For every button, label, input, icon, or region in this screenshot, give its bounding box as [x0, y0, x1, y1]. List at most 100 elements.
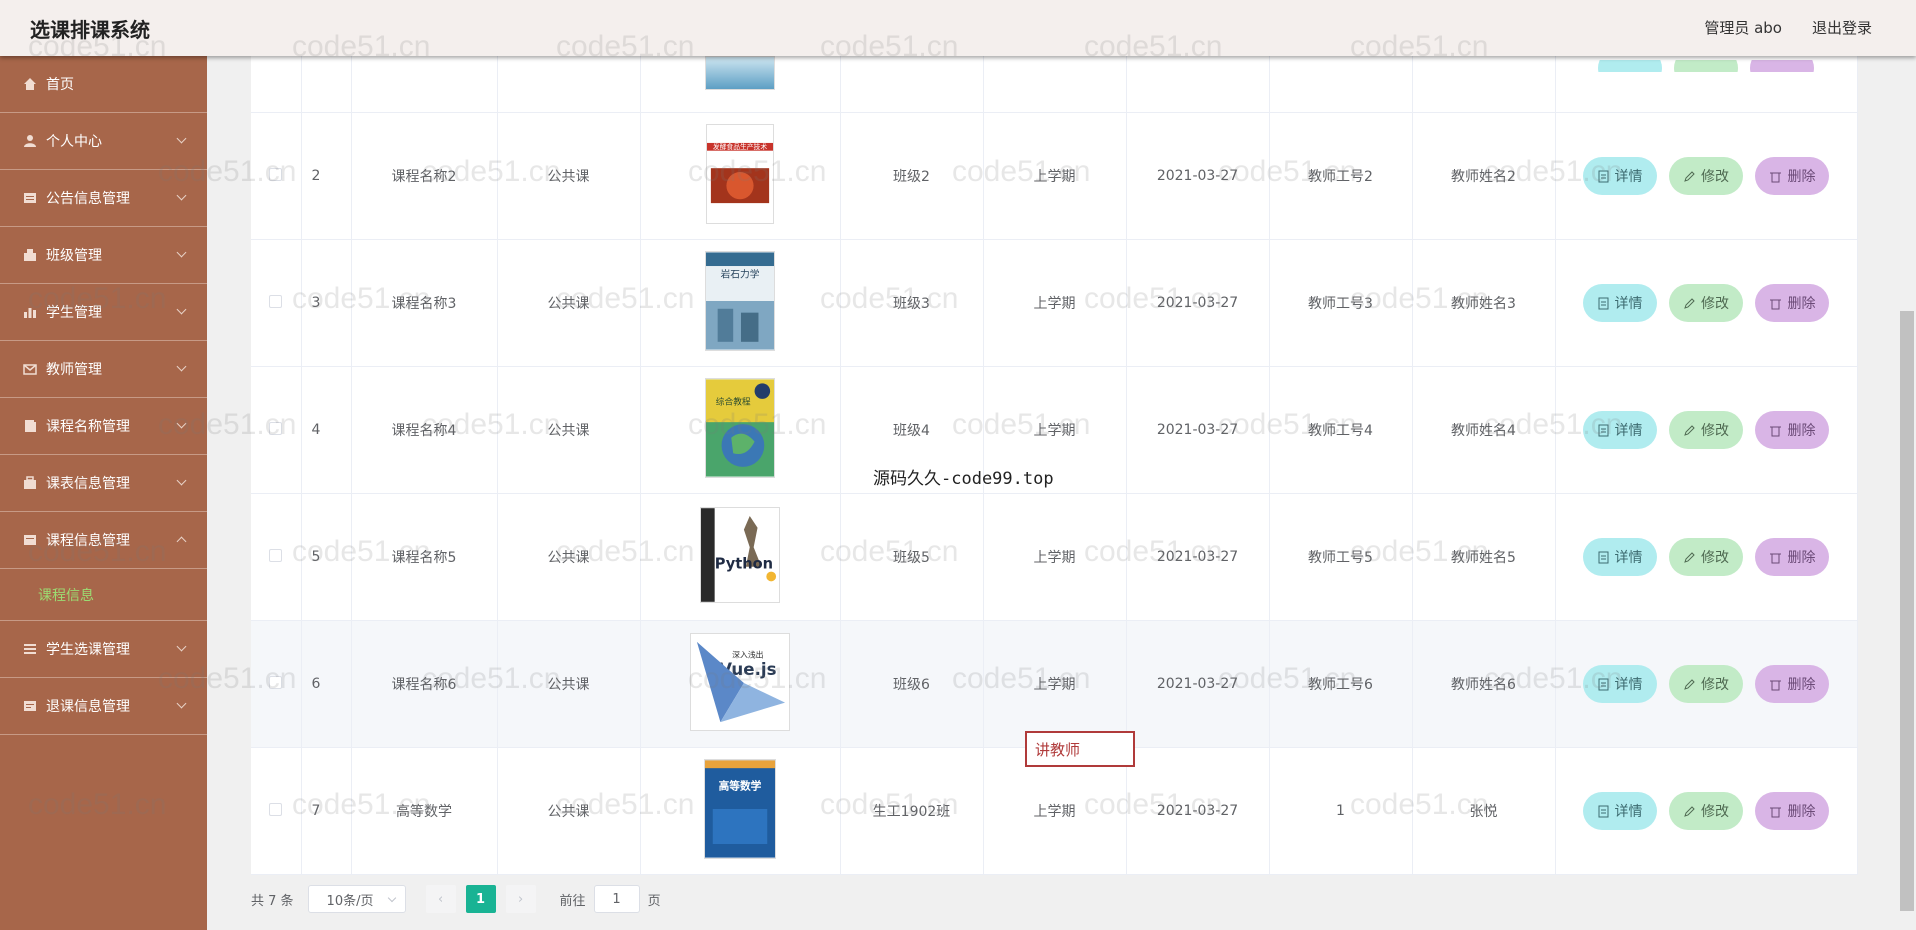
teacher-name-cell: 张悦 [1412, 747, 1556, 875]
course-name-cell: 课程名称2 [351, 112, 498, 240]
delete-button[interactable]: 删除 [1755, 284, 1830, 322]
edit-button[interactable] [1674, 60, 1738, 72]
sidebar-item-course-selection[interactable]: 学生选课管理 [0, 621, 207, 678]
trash-icon [1770, 553, 1782, 563]
class-cell: 班级2 [840, 112, 984, 240]
row-index: 3 [301, 239, 352, 367]
sidebar-item-label: 公告信息管理 [46, 191, 130, 207]
sidebar-item-withdraw[interactable]: 退课信息管理 [0, 678, 207, 735]
sidebar-item-label: 课程信息管理 [46, 533, 130, 549]
sidebar-item-label: 课表信息管理 [46, 476, 130, 492]
scrollbar-thumb[interactable] [1900, 311, 1914, 911]
delete-button[interactable]: 删除 [1755, 157, 1830, 195]
prev-page-button[interactable]: ‹ [425, 885, 456, 913]
class-icon [22, 247, 38, 263]
chevron-right-icon: › [517, 891, 524, 907]
row-checkbox[interactable] [269, 548, 283, 562]
row-index: 7 [301, 747, 352, 875]
table-row: 3 课程名称3 公共课 岩石力学 班级3 上学期 2021-03-27 教师工号… [251, 239, 1858, 367]
trash-icon [1770, 426, 1782, 436]
schedule-icon [22, 475, 38, 491]
table-row [251, 56, 1858, 113]
row-index: 4 [301, 366, 352, 494]
teacher-name-cell: 教师姓名6 [1412, 620, 1556, 748]
sidebar-item-teacher[interactable]: 教师管理 [0, 341, 207, 398]
delete-button[interactable]: 删除 [1755, 411, 1830, 449]
sidebar-item-label: 学生选课管理 [46, 642, 130, 658]
goto-page-input[interactable]: 1 [593, 885, 640, 913]
edit-button[interactable]: 修改 [1669, 411, 1743, 449]
sidebar-subitem-course-info[interactable]: 课程信息 [0, 569, 207, 621]
chevron-down-icon [387, 893, 396, 903]
sidebar-item-home[interactable]: 首页 [0, 56, 207, 113]
row-checkbox[interactable] [269, 421, 283, 435]
sidebar-item-schedule[interactable]: 课表信息管理 [0, 455, 207, 512]
trash-icon [1770, 680, 1782, 690]
course-name-cell: 课程名称3 [351, 239, 498, 367]
chevron-up-icon [176, 536, 187, 547]
pagination: 共 7 条 10条/页 ‹ 1 › 前往 1 页 [251, 884, 661, 914]
detail-button[interactable]: 详情 [1582, 284, 1657, 322]
sidebar-item-notice[interactable]: 公告信息管理 [0, 170, 207, 227]
edit-button[interactable]: 修改 [1669, 665, 1743, 703]
row-checkbox[interactable] [269, 294, 283, 308]
detail-button[interactable]: 详情 [1582, 665, 1657, 703]
term-cell: 上学期 [983, 620, 1127, 748]
teacher-id-cell: 教师工号6 [1269, 620, 1413, 748]
total-count: 共 7 条 [251, 893, 294, 909]
document-icon [1598, 678, 1609, 690]
page-number-current[interactable]: 1 [465, 885, 496, 913]
book-cover-image [705, 56, 775, 90]
book-cover-title: 发酵食品生产技术 [713, 142, 767, 151]
detail-button[interactable]: 详情 [1582, 792, 1657, 830]
edit-button[interactable]: 修改 [1669, 792, 1743, 830]
chevron-down-icon [176, 641, 187, 652]
delete-button[interactable]: 删除 [1755, 665, 1830, 703]
edit-button[interactable]: 修改 [1669, 157, 1743, 195]
date-cell: 2021-03-27 [1126, 112, 1270, 240]
book-cover-image: Python [700, 507, 780, 603]
chevron-down-icon [176, 698, 187, 709]
app-title: 选课排课系统 [30, 18, 150, 42]
detail-button[interactable] [1598, 60, 1662, 72]
next-page-button[interactable]: › [505, 885, 536, 913]
chevron-down-icon [176, 304, 187, 315]
book-cover-image: 综合教程 [705, 378, 775, 478]
delete-button[interactable] [1750, 60, 1814, 72]
sidebar-item-label: 学生管理 [46, 305, 102, 321]
sidebar-item-class[interactable]: 班级管理 [0, 227, 207, 284]
term-cell: 上学期 [983, 493, 1127, 621]
current-user-label: 管理员 abo [1704, 19, 1782, 37]
sidebar-item-student[interactable]: 学生管理 [0, 284, 207, 341]
sidebar-item-personal-center[interactable]: 个人中心 [0, 113, 207, 170]
chevron-down-icon [176, 475, 187, 486]
row-checkbox[interactable] [269, 675, 283, 689]
sidebar-item-label: 教师管理 [46, 362, 102, 378]
edit-button[interactable]: 修改 [1669, 538, 1743, 576]
row-checkbox[interactable] [269, 802, 283, 816]
class-cell: 生工1902班 [840, 747, 984, 875]
vertical-scrollbar[interactable] [1898, 56, 1916, 930]
page-size-select[interactable]: 10条/页 [307, 885, 406, 913]
term-cell: 上学期 [983, 239, 1127, 367]
document-icon [1598, 805, 1609, 817]
date-cell: 2021-03-27 [1126, 366, 1270, 494]
detail-button[interactable]: 详情 [1582, 411, 1657, 449]
row-checkbox[interactable] [269, 167, 283, 181]
sidebar-item-course-name[interactable]: 课程名称管理 [0, 398, 207, 455]
edit-button[interactable]: 修改 [1669, 284, 1743, 322]
detail-button[interactable]: 详情 [1582, 157, 1657, 195]
delete-button[interactable]: 删除 [1755, 792, 1830, 830]
select-icon [22, 641, 38, 657]
date-cell: 2021-03-27 [1126, 747, 1270, 875]
detail-button[interactable]: 详情 [1582, 538, 1657, 576]
sidebar-item-label: 退课信息管理 [46, 699, 130, 715]
course-type-cell: 公共课 [497, 112, 641, 240]
logout-button[interactable]: 退出登录 [1812, 17, 1872, 38]
table-row: 6 课程名称6 公共课 深入浅出 Vue.js 班级6 上学期 2021-03-… [251, 620, 1858, 748]
sidebar-item-course-info[interactable]: 课程信息管理 [0, 512, 207, 569]
delete-button[interactable]: 删除 [1755, 538, 1830, 576]
sidebar: 首页 个人中心 公告信息管理 班级管理 学生管理 教师管理 课程名称管理 课表信… [0, 56, 207, 930]
document-icon [1598, 551, 1609, 563]
table-row: 2 课程名称2 公共课 发酵食品生产技术 班级2 上学期 2021-03-27 … [251, 112, 1858, 240]
